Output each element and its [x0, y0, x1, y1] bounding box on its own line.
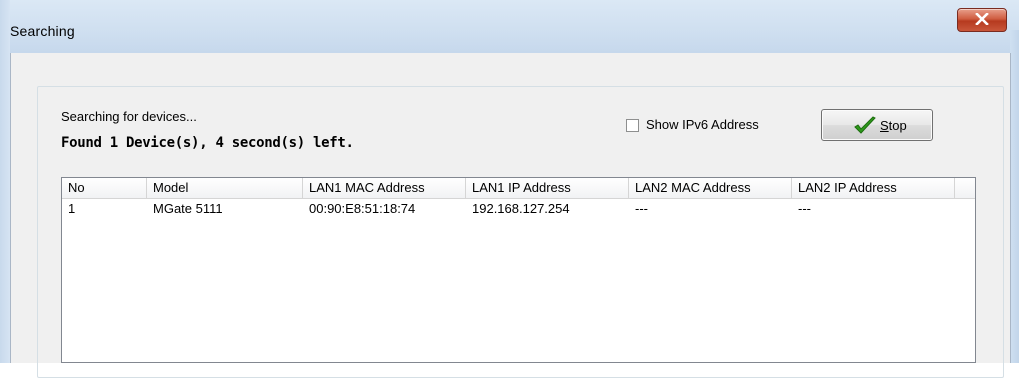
title-bar[interactable]: Searching [0, 0, 1019, 53]
cell-lan1-mac: 00:90:E8:51:18:74 [309, 201, 416, 216]
cell-lan2-mac: --- [635, 201, 648, 216]
cell-lan1-ip: 192.168.127.254 [472, 201, 570, 216]
show-ipv6-checkbox[interactable] [626, 119, 639, 132]
column-header-lan1-mac[interactable]: LAN1 MAC Address [303, 178, 466, 198]
searching-status-text: Searching for devices... [61, 109, 197, 124]
column-header-lan2-mac[interactable]: LAN2 MAC Address [629, 178, 792, 198]
column-header-lan1-ip[interactable]: LAN1 IP Address [466, 178, 629, 198]
stop-button[interactable]: Stop [821, 109, 933, 141]
device-list[interactable]: No Model LAN1 MAC Address LAN1 IP Addres… [61, 177, 976, 363]
list-header: No Model LAN1 MAC Address LAN1 IP Addres… [62, 178, 975, 199]
table-row[interactable]: 1 MGate 5111 00:90:E8:51:18:74 192.168.1… [62, 199, 975, 219]
column-header-no[interactable]: No [62, 178, 147, 198]
cell-lan2-ip: --- [798, 201, 811, 216]
checkmark-icon [854, 116, 876, 134]
close-icon [975, 13, 989, 25]
cell-no: 1 [68, 201, 76, 216]
show-ipv6-label[interactable]: Show IPv6 Address [646, 117, 759, 132]
column-header-lan2-ip[interactable]: LAN2 IP Address [792, 178, 955, 198]
column-header-filler [955, 178, 975, 198]
column-header-model[interactable]: Model [147, 178, 303, 198]
cell-model: MGate 5111 [153, 201, 223, 216]
found-devices-text: Found 1 Device(s), 4 second(s) left. [61, 135, 354, 151]
close-button[interactable] [957, 8, 1007, 32]
stop-button-label: Stop [880, 118, 907, 133]
window-title: Searching [10, 23, 75, 39]
window-left-border [0, 0, 10, 363]
window-right-border [1010, 30, 1019, 363]
